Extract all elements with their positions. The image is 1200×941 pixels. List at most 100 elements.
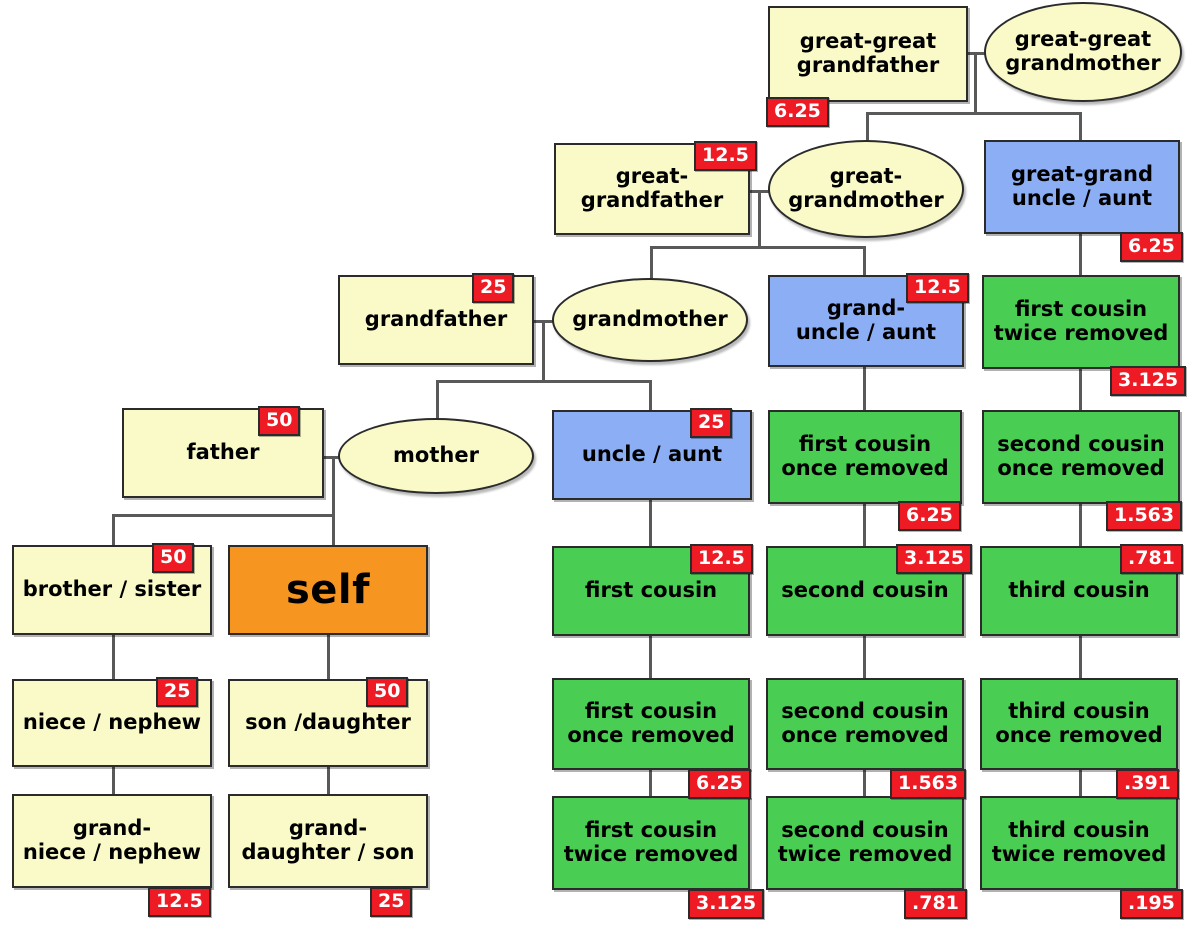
shared-dna-percent-badge-niece: 25 bbox=[156, 677, 199, 707]
relationship-node-fc1rb[interactable]: first cousin once removed bbox=[552, 678, 750, 770]
shared-dna-percent-badge-gdau: 25 bbox=[370, 887, 413, 917]
relationship-label: second cousin once removed bbox=[997, 432, 1165, 480]
shared-dna-percent-badge-father: 50 bbox=[258, 406, 301, 436]
connector-line bbox=[863, 636, 866, 679]
relationship-label: first cousin once removed bbox=[781, 432, 949, 480]
relationship-node-ggm[interactable]: great- grandmother bbox=[768, 140, 964, 238]
shared-dna-percent-badge-gniece: 12.5 bbox=[148, 887, 211, 917]
shared-dna-percent-badge-tc2r: .195 bbox=[1120, 889, 1183, 919]
relationship-node-self[interactable]: self bbox=[228, 545, 428, 635]
relationship-label: grand- niece / nephew bbox=[22, 816, 202, 864]
relationship-node-tc2r[interactable]: third cousin twice removed bbox=[980, 796, 1178, 890]
relationship-label: grandfather bbox=[364, 307, 508, 332]
relationship-node-gniece[interactable]: grand- niece / nephew bbox=[12, 794, 212, 888]
shared-dna-percent-badge-gua: 12.5 bbox=[906, 273, 969, 303]
shared-dna-percent-badge-ua: 25 bbox=[690, 408, 733, 438]
connector-line bbox=[112, 514, 334, 517]
connector-line bbox=[650, 246, 866, 249]
relationship-node-fc2r[interactable]: first cousin twice removed bbox=[982, 275, 1180, 369]
relationship-node-gggf[interactable]: great-great grandfather bbox=[768, 6, 968, 102]
connector-line bbox=[1079, 112, 1082, 142]
connector-line bbox=[1079, 636, 1082, 679]
connector-line bbox=[649, 636, 652, 679]
shared-dna-percent-badge-son: 50 bbox=[366, 677, 409, 707]
connector-line bbox=[332, 456, 335, 546]
relationship-label: great- grandfather bbox=[580, 164, 724, 212]
relationship-node-fc2rb[interactable]: first cousin twice removed bbox=[552, 796, 750, 890]
shared-dna-percent-badge-gf: 25 bbox=[472, 273, 515, 303]
connector-line bbox=[863, 369, 866, 411]
shared-dna-percent-badge-gggf: 6.25 bbox=[766, 97, 829, 127]
connector-line bbox=[112, 767, 115, 795]
connector-line bbox=[542, 320, 545, 382]
connector-line bbox=[1079, 504, 1082, 547]
shared-dna-percent-badge-tc1r: .391 bbox=[1116, 769, 1179, 799]
relationship-label: third cousin twice removed bbox=[991, 818, 1167, 866]
connector-line bbox=[436, 380, 652, 383]
connector-line bbox=[866, 112, 1082, 115]
relationship-label: great-great grandfather bbox=[796, 29, 940, 77]
shared-dna-percent-badge-fc1r: 6.25 bbox=[898, 501, 961, 531]
connector-line bbox=[758, 190, 761, 248]
shared-dna-percent-badge-sib: 50 bbox=[152, 543, 195, 573]
connector-line bbox=[1079, 770, 1082, 797]
relationship-label: second cousin once removed bbox=[781, 699, 949, 747]
relationship-label: son /daughter bbox=[245, 710, 411, 735]
relationship-node-mother[interactable]: mother bbox=[338, 418, 534, 494]
shared-dna-percent-badge-sc2r: .781 bbox=[904, 889, 967, 919]
relationship-node-gdau[interactable]: grand- daughter / son bbox=[228, 794, 428, 888]
relationship-label: great-great grandmother bbox=[1005, 27, 1161, 75]
connector-line bbox=[649, 504, 652, 547]
relationship-label: grandmother bbox=[572, 307, 728, 332]
relationship-node-sc1r[interactable]: second cousin once removed bbox=[982, 410, 1180, 504]
relationship-label: first cousin twice removed bbox=[563, 818, 739, 866]
connector-line bbox=[112, 635, 115, 680]
connector-line bbox=[863, 770, 866, 797]
connector-line bbox=[649, 380, 652, 412]
connector-line bbox=[112, 514, 115, 546]
shared-dna-percent-badge-sc1r: 1.563 bbox=[1106, 501, 1183, 531]
relationship-label: father bbox=[186, 440, 260, 465]
connector-line bbox=[327, 635, 330, 680]
shared-dna-percent-badge-sc: 3.125 bbox=[896, 544, 973, 574]
shared-dna-percent-badge-tc: .781 bbox=[1120, 544, 1183, 574]
relationship-label: niece / nephew bbox=[22, 710, 202, 735]
shared-dna-percent-badge-fc1rb: 6.25 bbox=[688, 769, 751, 799]
consanguinity-chart: great-great grandfather 6.25 great-great g… bbox=[0, 0, 1200, 941]
connector-line bbox=[1079, 369, 1082, 411]
shared-dna-percent-badge-fc: 12.5 bbox=[690, 544, 753, 574]
relationship-label: third cousin once removed bbox=[995, 699, 1163, 747]
connector-line bbox=[436, 380, 439, 420]
shared-dna-percent-badge-ggua: 6.25 bbox=[1120, 232, 1183, 262]
relationship-label: grand- uncle / aunt bbox=[795, 296, 937, 344]
connector-line bbox=[863, 504, 866, 547]
connector-line bbox=[974, 52, 977, 114]
relationship-node-fc1r[interactable]: first cousin once removed bbox=[768, 410, 962, 504]
relationship-label: third cousin bbox=[1008, 578, 1150, 603]
shared-dna-percent-badge-sc1rb: 1.563 bbox=[890, 769, 967, 799]
connector-line bbox=[863, 246, 866, 277]
shared-dna-percent-badge-fc2r: 3.125 bbox=[1110, 366, 1187, 396]
relationship-label: great- grandmother bbox=[788, 164, 944, 212]
relationship-label: first cousin bbox=[584, 578, 718, 603]
relationship-label: mother bbox=[393, 443, 479, 468]
relationship-node-gm[interactable]: grandmother bbox=[552, 278, 748, 362]
relationship-label: brother / sister bbox=[22, 577, 202, 602]
relationship-label: second cousin twice removed bbox=[777, 818, 953, 866]
shared-dna-percent-badge-fc2rb: 3.125 bbox=[688, 889, 765, 919]
relationship-label: grand- daughter / son bbox=[241, 816, 415, 864]
relationship-node-sc1rb[interactable]: second cousin once removed bbox=[766, 678, 964, 770]
relationship-node-sc2r[interactable]: second cousin twice removed bbox=[766, 796, 964, 890]
relationship-label: great-grand uncle / aunt bbox=[1010, 162, 1154, 210]
relationship-node-tc1r[interactable]: third cousin once removed bbox=[980, 678, 1178, 770]
shared-dna-percent-badge-ggf: 12.5 bbox=[694, 141, 757, 171]
relationship-node-ggua[interactable]: great-grand uncle / aunt bbox=[984, 140, 1180, 234]
relationship-label: uncle / aunt bbox=[581, 442, 723, 467]
relationship-label: second cousin bbox=[781, 578, 949, 603]
relationship-label: first cousin once removed bbox=[567, 699, 735, 747]
relationship-label: self bbox=[285, 566, 371, 613]
connector-line bbox=[327, 767, 330, 795]
relationship-node-gggm[interactable]: great-great grandmother bbox=[984, 2, 1182, 102]
relationship-label: first cousin twice removed bbox=[993, 297, 1169, 345]
connector-line bbox=[1079, 234, 1082, 277]
